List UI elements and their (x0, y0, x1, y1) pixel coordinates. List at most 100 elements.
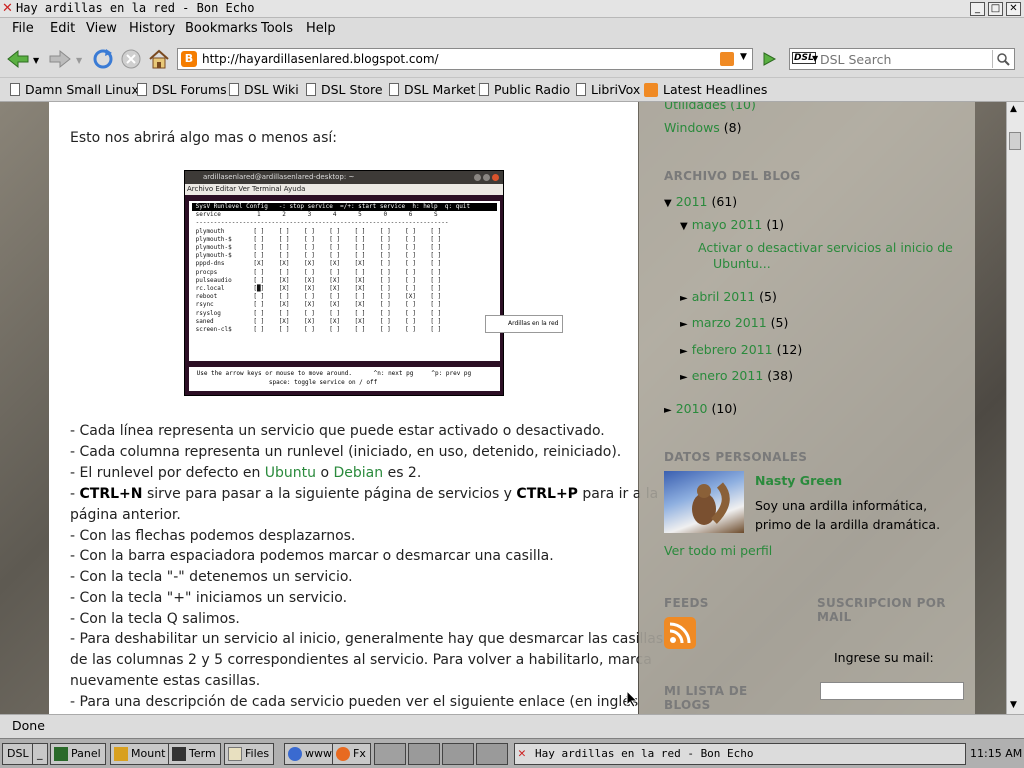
blogger-favicon-icon: B (181, 51, 197, 67)
bookmark-item[interactable]: Public Radio (479, 82, 570, 97)
ctrl-p-label: CTRL+P (516, 486, 578, 502)
taskbar-files[interactable]: Files (224, 743, 275, 765)
terminal-min-icon (474, 174, 481, 181)
taskbar: DSL _ Panel Mount Term Files www Fx ✕ Hay… (0, 738, 1024, 768)
mail-input[interactable] (820, 682, 964, 700)
stop-button[interactable] (119, 48, 143, 70)
expanded-triangle-icon[interactable]: ▼ (664, 198, 672, 209)
desktop-button[interactable]: _ (32, 743, 48, 765)
profile-full-link[interactable]: Ver todo mi perfil (664, 543, 772, 558)
rss-feed-icon[interactable] (664, 617, 696, 649)
bookmark-item[interactable]: DSL Wiki (229, 82, 299, 97)
ubuntu-link[interactable]: Ubuntu (265, 465, 316, 481)
archive-month-marzo[interactable]: ► marzo 2011 (5) (680, 315, 788, 330)
back-button[interactable] (6, 48, 30, 70)
menu-tools[interactable]: Tools (261, 21, 293, 36)
profile-name-link[interactable]: Nasty Green (755, 473, 842, 488)
taskbar-www[interactable]: www (284, 743, 337, 765)
menu-history[interactable]: History (129, 21, 175, 36)
search-box[interactable]: DSL ▼ (789, 48, 1015, 70)
go-button[interactable] (757, 48, 781, 70)
archive-post-link-cont[interactable]: Ubuntu... (713, 256, 771, 271)
menubar: File Edit View History Bookmarks Tools H… (0, 18, 1024, 40)
home-icon (149, 49, 169, 69)
workspace-3[interactable] (442, 743, 474, 765)
app-icon: ✕ (518, 746, 526, 761)
navigation-toolbar: ▼ ▼ B http://hayardillasenlared.blogspot… (0, 40, 1024, 78)
collapsed-triangle-icon[interactable]: ► (680, 372, 688, 383)
menu-help[interactable]: Help (306, 21, 336, 36)
collapsed-triangle-icon[interactable]: ► (680, 319, 688, 330)
start-button[interactable]: DSL (2, 743, 34, 765)
archive-month-abril[interactable]: ► abril 2011 (5) (680, 289, 777, 304)
taskbar-mount[interactable]: Mount (110, 743, 171, 765)
archive-year-2010[interactable]: ► 2010 (10) (664, 401, 737, 416)
label-item-windows: Windows (8) (664, 120, 742, 135)
terminal-close-icon (492, 174, 499, 181)
collapsed-triangle-icon[interactable]: ► (680, 346, 688, 357)
rss-feed-icon (644, 82, 658, 97)
scroll-up-icon[interactable]: ▲ (1010, 104, 1017, 114)
rss-feed-icon[interactable] (720, 52, 734, 66)
terminal-body: SysV Runlevel Config -: stop service =/+… (189, 201, 500, 361)
expanded-triangle-icon[interactable]: ▼ (680, 221, 688, 232)
workspace-4[interactable] (476, 743, 508, 765)
page-icon (137, 83, 147, 96)
mount-icon (114, 747, 128, 761)
scrollbar-thumb[interactable] (1009, 132, 1021, 150)
search-engine-dropdown-icon[interactable]: ▼ (812, 54, 818, 63)
workspace-2[interactable] (408, 743, 440, 765)
forward-button[interactable] (48, 48, 72, 70)
profile-title: DATOS PERSONALES (664, 450, 808, 464)
close-button[interactable]: ✕ (1006, 2, 1021, 16)
bookmark-item[interactable]: DSL Forums (137, 82, 227, 97)
archive-month-febrero[interactable]: ► febrero 2011 (12) (680, 342, 802, 357)
search-button[interactable] (992, 50, 1012, 68)
menu-file[interactable]: File (12, 21, 34, 36)
taskbar-fx[interactable]: Fx (332, 743, 371, 765)
search-input[interactable] (820, 50, 988, 68)
url-dropdown-icon[interactable]: ▼ (740, 52, 747, 62)
maximize-button[interactable]: □ (988, 2, 1003, 16)
collapsed-triangle-icon[interactable]: ► (664, 405, 672, 416)
menu-view[interactable]: View (86, 21, 117, 36)
magnifier-icon (996, 53, 1010, 66)
menu-edit[interactable]: Edit (50, 21, 75, 36)
collapsed-triangle-icon[interactable]: ► (680, 293, 688, 304)
post-line: - El runlevel por defecto en Ubuntu o De… (70, 465, 422, 481)
page-icon (576, 83, 586, 96)
home-button[interactable] (147, 48, 171, 70)
terminal-table: service 1 2 3 4 5 0 6 S ----------------… (195, 211, 449, 334)
taskbar-term[interactable]: Term (168, 743, 221, 765)
reload-button[interactable] (91, 48, 115, 70)
clock: 11:15 AM (970, 747, 1023, 760)
post-line: - Con la tecla "+" iniciamos un servicio… (70, 590, 348, 606)
debian-link[interactable]: Debian (334, 465, 384, 481)
taskbar-window-button[interactable]: ✕ Hay ardillas en la red - Bon Echo (514, 743, 966, 765)
archive-month-enero[interactable]: ► enero 2011 (38) (680, 368, 793, 383)
bookmark-item[interactable]: Damn Small Linux (10, 82, 139, 97)
subscription-title-cont: MAIL (817, 610, 852, 624)
terminal-max-icon (483, 174, 490, 181)
back-dropdown-icon[interactable]: ▼ (33, 56, 39, 65)
taskbar-panel[interactable]: Panel (50, 743, 106, 765)
minimize-button[interactable]: _ (970, 2, 985, 16)
menu-bookmarks[interactable]: Bookmarks (185, 21, 258, 36)
bookmark-item[interactable]: DSL Market (389, 82, 475, 97)
archive-post-link[interactable]: Activar o desactivar servicios al inicio… (698, 240, 953, 255)
bookmark-item[interactable]: Latest Headlines (644, 82, 767, 97)
workspace-1[interactable] (374, 743, 406, 765)
window-titlebar[interactable]: ✕ Hay ardillas en la red - Bon Echo _ □ … (0, 0, 1024, 18)
terminal-screenshot: ardillasenlared@ardillasenlared-desktop:… (184, 170, 563, 396)
archive-year-2011[interactable]: ▼ 2011 (61) (664, 194, 737, 209)
bookmark-item[interactable]: LibriVox (576, 82, 640, 97)
archive-month-mayo[interactable]: ▼ mayo 2011 (1) (680, 217, 784, 232)
label-link-utilidades[interactable]: Utilidades (10) (664, 102, 756, 112)
scroll-down-icon[interactable]: ▼ (1010, 700, 1017, 710)
vertical-scrollbar[interactable]: ▲ ▼ (1006, 102, 1024, 714)
bookmark-item[interactable]: DSL Store (306, 82, 383, 97)
profile-avatar[interactable] (664, 471, 744, 533)
page-viewport[interactable]: Esto nos abrirá algo mas o menos así: ar… (0, 102, 1006, 714)
url-bar[interactable]: B http://hayardillasenlared.blogspot.com… (177, 48, 753, 70)
forward-dropdown-icon[interactable]: ▼ (76, 56, 82, 65)
